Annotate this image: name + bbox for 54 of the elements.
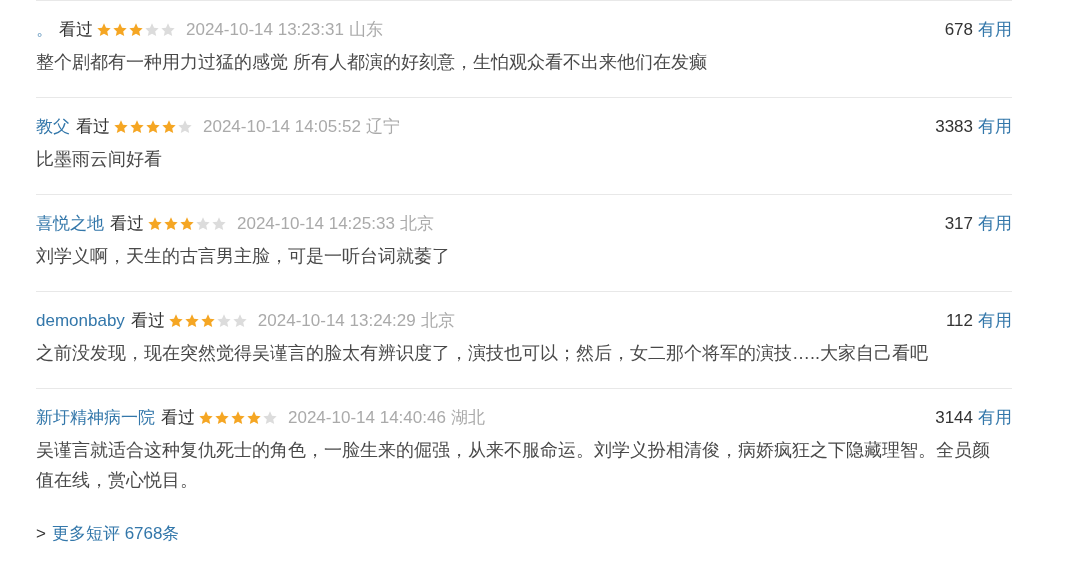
vote-count: 317 bbox=[944, 213, 973, 235]
watch-status: 看过 bbox=[161, 407, 195, 429]
filled-star-icon bbox=[161, 119, 177, 135]
vote-count: 3383 bbox=[935, 116, 973, 138]
user-name-link[interactable]: 教父 bbox=[36, 114, 70, 140]
filled-star-icon bbox=[96, 22, 112, 38]
more-comments-link[interactable]: 更多短评 6768条 bbox=[51, 521, 180, 547]
comment-time: 2024-10-14 14:25:33 bbox=[237, 213, 395, 235]
filled-star-icon bbox=[214, 410, 230, 426]
comment-text: 比墨雨云间好看 bbox=[36, 148, 163, 171]
useful-link[interactable]: 有用 bbox=[978, 114, 1012, 140]
watch-status: 看过 bbox=[76, 116, 110, 138]
vote-count: 678 bbox=[944, 19, 973, 41]
filled-star-icon bbox=[163, 216, 179, 232]
filled-star-icon bbox=[198, 410, 214, 426]
comment-location: 辽宁 bbox=[365, 116, 400, 138]
watch-status: 看过 bbox=[59, 19, 93, 41]
filled-star-icon bbox=[145, 119, 161, 135]
comment-location: 山东 bbox=[348, 19, 383, 41]
comment-time: 2024-10-14 14:05:52 bbox=[203, 116, 361, 138]
filled-star-icon bbox=[147, 216, 163, 232]
comment-text: 刘学义啊，天生的古言男主脸，可是一听台词就萎了 bbox=[36, 245, 451, 268]
watch-status: 看过 bbox=[110, 213, 144, 235]
useful-link[interactable]: 有用 bbox=[978, 308, 1012, 334]
useful-link[interactable]: 有用 bbox=[978, 405, 1012, 431]
comment-time: 2024-10-14 14:40:46 bbox=[288, 407, 446, 429]
filled-star-icon bbox=[179, 216, 195, 232]
filled-star-icon bbox=[246, 410, 262, 426]
comment-text: 吴谨言就适合这种复仇死士的角色，一脸生来的倔强，从来不服命运。刘学义扮相清俊，病娇疯狂之下隐藏理智。全员颜值在线，赏心悦目。 bbox=[36, 439, 991, 492]
comment-text: 之前没发现，现在突然觉得吴谨言的脸太有辨识度了，演技也可以；然后，女二那个将军的演技…..大家自己看吧 bbox=[36, 342, 929, 365]
comment-text: 整个剧都有一种用力过猛的感觉 所有人都演的好刻意，生怕观众看不出来他们在发癫 bbox=[36, 51, 708, 74]
user-name-link[interactable]: 新圩精神病一院 bbox=[36, 405, 155, 431]
comment-location: 北京 bbox=[399, 213, 434, 235]
filled-star-icon bbox=[128, 22, 144, 38]
comment-time: 2024-10-14 13:23:31 bbox=[186, 19, 344, 41]
comment-location: 北京 bbox=[420, 310, 455, 332]
user-name-link[interactable]: demonbaby bbox=[36, 308, 125, 334]
filled-star-icon bbox=[129, 119, 145, 135]
filled-star-icon bbox=[199, 313, 216, 329]
filled-star-icon bbox=[112, 22, 128, 38]
watch-status: 看过 bbox=[130, 310, 165, 332]
comment-location: 湖北 bbox=[450, 407, 485, 429]
user-name-link[interactable]: 。 bbox=[36, 17, 53, 43]
vote-count: 112 bbox=[945, 310, 973, 332]
filled-star-icon bbox=[113, 119, 129, 135]
vote-count: 3144 bbox=[935, 407, 973, 429]
filled-star-icon bbox=[230, 410, 246, 426]
comment-time: 2024-10-14 13:24:29 bbox=[257, 310, 416, 332]
filled-star-icon bbox=[167, 313, 184, 329]
arrow-mark: > bbox=[36, 523, 46, 545]
user-name-link[interactable]: 喜悦之地 bbox=[36, 211, 104, 237]
useful-link[interactable]: 有用 bbox=[978, 211, 1012, 237]
filled-star-icon bbox=[183, 313, 200, 329]
useful-link[interactable]: 有用 bbox=[978, 17, 1012, 43]
